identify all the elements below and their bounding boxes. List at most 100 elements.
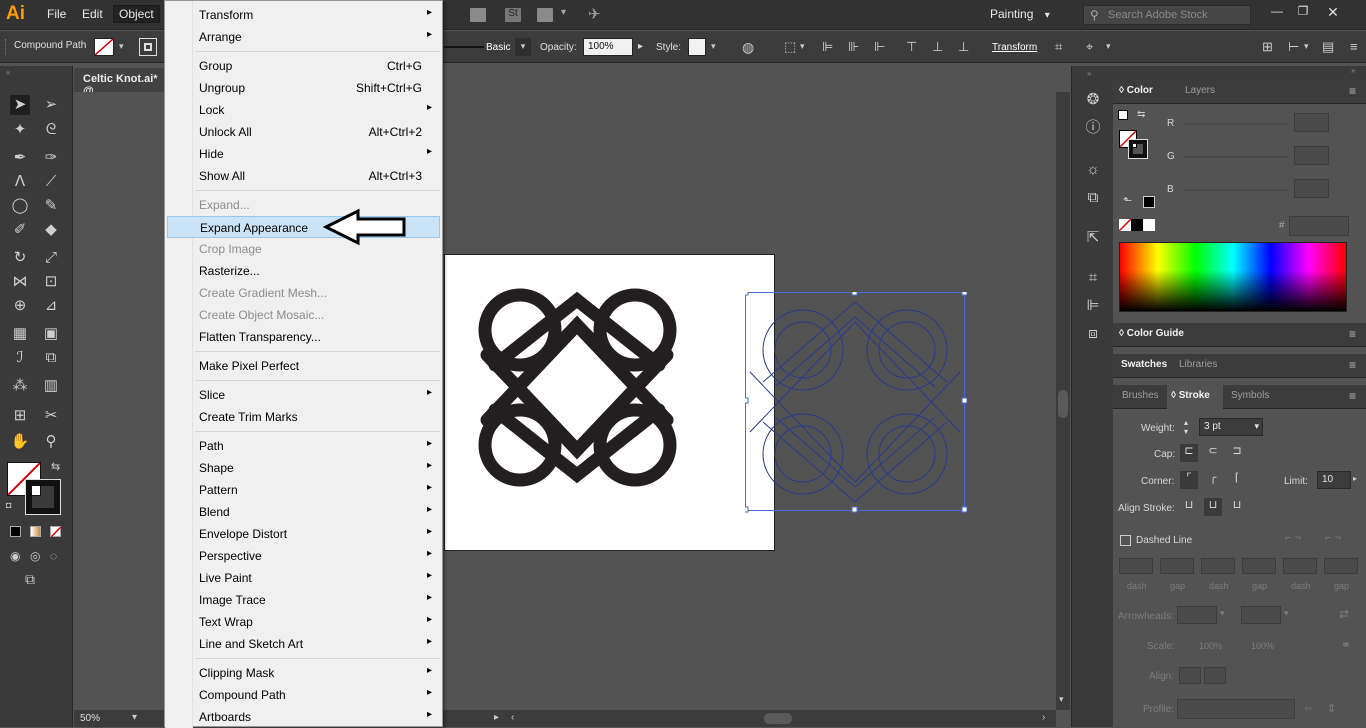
graphic-styles-icon[interactable]: ☼: [1083, 160, 1103, 180]
panel-menu-icon[interactable]: ≡: [1350, 39, 1358, 54]
pathfinder-panel-icon[interactable]: ⧈: [1083, 324, 1103, 344]
appearance-icon[interactable]: ❂: [1083, 90, 1103, 110]
paintbrush-tool-icon[interactable]: ✎: [41, 196, 61, 216]
opacity-arrow-icon[interactable]: ▸: [638, 41, 643, 52]
chevron-down-icon[interactable]: ▾: [1106, 41, 1111, 52]
transform-bounds-icon[interactable]: ⌗: [1055, 39, 1062, 55]
chevron-down-icon[interactable]: ▾: [711, 41, 716, 52]
gradient-mode-icon[interactable]: [30, 526, 41, 537]
align-top-icon[interactable]: ⊤: [906, 39, 917, 55]
scroll-down-icon[interactable]: ▾: [1059, 694, 1064, 705]
fill-swatch[interactable]: [94, 38, 114, 56]
draw-inside-icon[interactable]: ◌: [50, 549, 57, 563]
dashed-line-checkbox[interactable]: [1120, 535, 1131, 546]
arrange-documents-icon[interactable]: [537, 8, 553, 22]
miter-join-icon[interactable]: ⌜: [1180, 471, 1198, 489]
shaper-tool-icon[interactable]: ✐: [10, 220, 30, 240]
b-slider[interactable]: [1183, 189, 1288, 191]
menu-item-transform[interactable]: Transform ▸: [167, 4, 440, 26]
round-cap-icon[interactable]: ⊂: [1204, 444, 1222, 462]
selection-tool-icon[interactable]: ➤: [10, 95, 30, 115]
menu-item-slice[interactable]: Slice ▸: [167, 384, 440, 406]
recolor-artwork-icon[interactable]: ◍: [742, 39, 754, 56]
menu-item-image-trace[interactable]: Image Trace ▸: [167, 589, 440, 611]
scroll-thumb-h[interactable]: [764, 713, 792, 724]
celtic-knot-artwork[interactable]: [445, 255, 776, 552]
end-arrowhead-select[interactable]: [1241, 606, 1281, 624]
opacity-input[interactable]: 100%: [583, 38, 633, 56]
tab-color-guide[interactable]: ◊ Color Guide: [1119, 328, 1184, 339]
export-icon[interactable]: ⇱: [1083, 228, 1103, 248]
menu-item-hide[interactable]: Hide ▸: [167, 143, 440, 165]
symbol-sprayer-tool-icon[interactable]: ⁂: [10, 376, 30, 396]
align-dash-icon[interactable]: ⌐ ¬: [1325, 532, 1341, 544]
screen-mode-icon[interactable]: ⧉: [25, 571, 35, 588]
align-right-icon[interactable]: ⊩: [874, 39, 885, 55]
align-center-icon[interactable]: ⊪: [848, 39, 859, 55]
transform-link[interactable]: Transform: [992, 42, 1037, 53]
tab-brushes[interactable]: Brushes: [1122, 390, 1159, 401]
b-value-input[interactable]: [1294, 179, 1329, 198]
stroke-color-box[interactable]: [25, 479, 61, 515]
black-swatch[interactable]: [1131, 219, 1143, 231]
gap-2-input[interactable]: [1242, 558, 1276, 574]
menu-item-group[interactable]: Group Ctrl+G: [167, 55, 440, 77]
menu-item-text-wrap[interactable]: Text Wrap ▸: [167, 611, 440, 633]
shape-builder-tool-icon[interactable]: ⊕: [10, 296, 30, 316]
limit-input[interactable]: 10: [1317, 471, 1351, 489]
menu-item-create-object-mosaic[interactable]: Create Object Mosaic...: [167, 304, 440, 326]
weight-input[interactable]: 3 pt ▾: [1199, 418, 1263, 436]
menu-item-rasterize[interactable]: Rasterize...: [167, 260, 440, 282]
scroll-thumb-v[interactable]: [1058, 390, 1068, 418]
chevron-down-icon[interactable]: ▾: [1304, 41, 1309, 52]
align-bottom-icon[interactable]: ⊥: [958, 39, 969, 55]
none-swatch[interactable]: [1118, 218, 1132, 232]
free-transform-tool-icon[interactable]: ⊡: [41, 272, 61, 292]
artboards-icon[interactable]: ⧉: [1083, 188, 1103, 208]
menu-item-make-pixel-perfect[interactable]: Make Pixel Perfect: [167, 355, 440, 377]
bevel-join-icon[interactable]: ⌈: [1228, 471, 1246, 489]
workspace-switcher[interactable]: Painting ▾: [990, 7, 1050, 21]
bridge-icon[interactable]: [470, 8, 486, 22]
swap-icon[interactable]: ⇆: [1137, 109, 1145, 120]
stroke-swatch[interactable]: [139, 38, 157, 56]
menu-item-path[interactable]: Path ▸: [167, 435, 440, 457]
panel-menu-icon[interactable]: ≡: [1349, 389, 1356, 403]
draw-normal-icon[interactable]: ◉: [10, 549, 20, 563]
projecting-cap-icon[interactable]: ⊐: [1228, 444, 1246, 462]
restore-button[interactable]: ❐: [1292, 4, 1314, 20]
menu-item-envelope-distort[interactable]: Envelope Distort ▸: [167, 523, 440, 545]
swap-arrowheads-icon[interactable]: ⇄: [1339, 607, 1349, 621]
align-panel-icon[interactable]: ⊫: [1083, 296, 1103, 316]
document-tab[interactable]: Celtic Knot.ai* @: [74, 68, 169, 97]
color-mode-icon[interactable]: [10, 526, 21, 537]
last-color-swatch[interactable]: [1143, 196, 1155, 208]
line-tool-icon[interactable]: ⟋: [41, 172, 61, 192]
chevron-down-icon[interactable]: ▾: [1220, 608, 1225, 619]
zoom-tool-icon[interactable]: ⚲: [41, 432, 61, 452]
color-stroke-box[interactable]: [1128, 139, 1148, 159]
menu-item-line-and-sketch-art[interactable]: Line and Sketch Art ▸: [167, 633, 440, 655]
chevron-down-icon[interactable]: ▾: [800, 41, 805, 52]
panel-menu-icon[interactable]: ≡: [1349, 327, 1356, 341]
rotate-tool-icon[interactable]: ↻: [10, 248, 30, 268]
direct-selection-tool-icon[interactable]: ➢: [41, 95, 61, 115]
perspective-grid-tool-icon[interactable]: ⊿: [41, 296, 61, 316]
close-window-button[interactable]: ✕: [1322, 4, 1344, 20]
arrow-tip-beyond-button[interactable]: [1179, 667, 1201, 684]
menu-edit[interactable]: Edit: [82, 7, 103, 21]
flip-across-icon[interactable]: ⇕: [1327, 702, 1336, 715]
pen-tool-icon[interactable]: ✒: [10, 148, 30, 168]
transform-panel-icon[interactable]: ⌗: [1083, 268, 1103, 288]
scroll-right-icon[interactable]: ▸: [494, 712, 499, 723]
swap-fill-stroke-icon[interactable]: ⇆: [51, 460, 60, 473]
out-of-gamut-icon[interactable]: ⬑: [1123, 194, 1132, 207]
search-stock-input[interactable]: ⚲ Search Adobe Stock: [1083, 5, 1251, 25]
menu-item-clipping-mask[interactable]: Clipping Mask ▸: [167, 662, 440, 684]
align-outside-stroke-icon[interactable]: ⊔: [1228, 498, 1246, 516]
width-tool-icon[interactable]: ⋈: [10, 272, 30, 292]
expand-panels-icon[interactable]: »: [1087, 69, 1091, 78]
menu-item-shape[interactable]: Shape ▸: [167, 457, 440, 479]
dash-2-input[interactable]: [1201, 558, 1235, 574]
panel-menu-icon[interactable]: ≡: [1349, 84, 1356, 98]
